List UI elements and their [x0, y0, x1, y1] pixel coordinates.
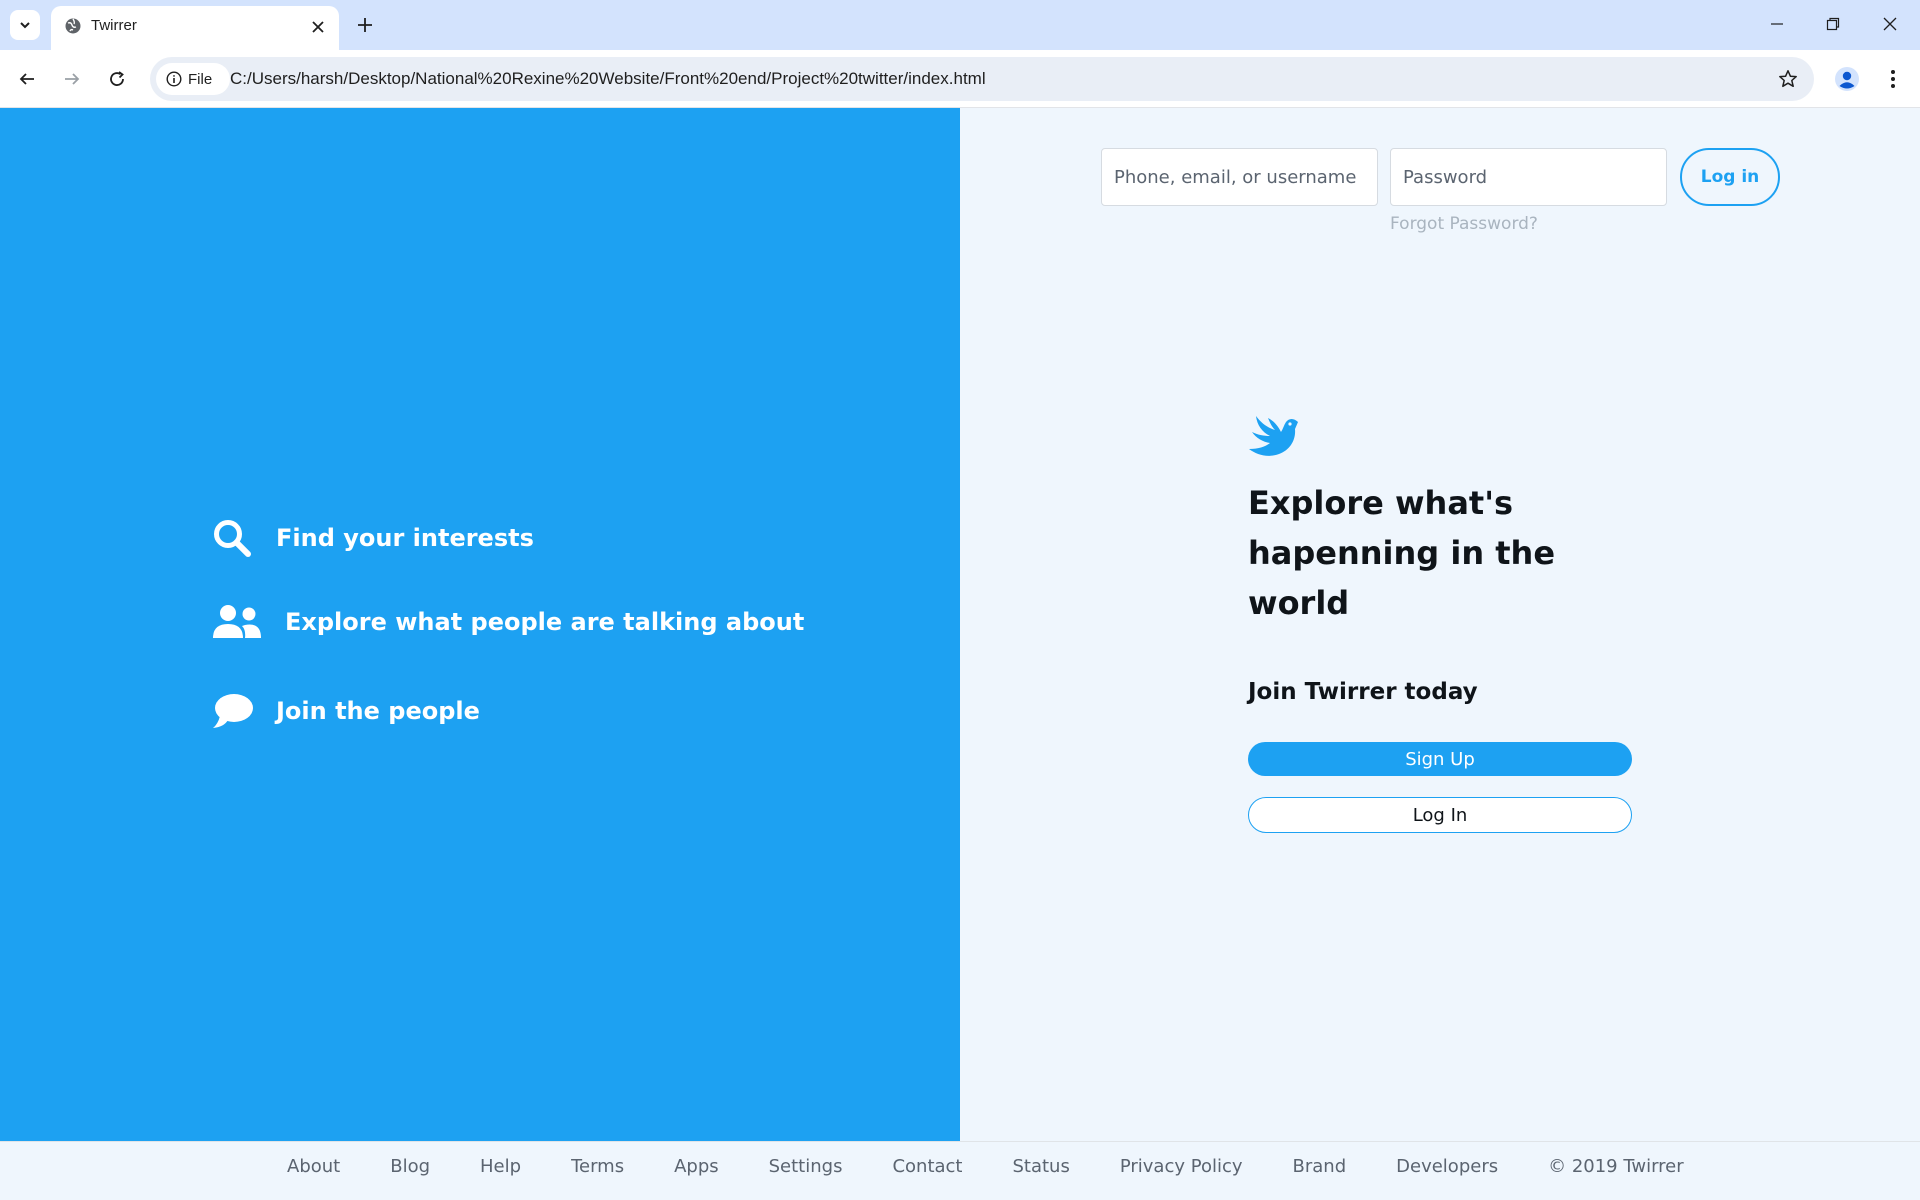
- plus-icon: [358, 18, 372, 32]
- new-tab-button[interactable]: [352, 12, 378, 38]
- footer-link-help[interactable]: Help: [480, 1156, 521, 1177]
- footer-link-blog[interactable]: Blog: [390, 1156, 430, 1177]
- feature-find-interests: Find your interests: [212, 518, 534, 558]
- back-button[interactable]: [10, 62, 44, 96]
- footer-links: About Blog Help Terms Apps Settings Cont…: [287, 1156, 1684, 1177]
- globe-icon: [63, 16, 83, 36]
- more-vertical-icon: [1891, 70, 1895, 88]
- tab-title: Twirrer: [91, 17, 137, 34]
- restore-button[interactable]: [1813, 8, 1853, 40]
- close-window-button[interactable]: [1870, 8, 1910, 40]
- feature-label: Find your interests: [276, 524, 534, 552]
- footer-link-terms[interactable]: Terms: [571, 1156, 624, 1177]
- minimize-button[interactable]: [1757, 8, 1797, 40]
- reload-icon: [110, 71, 124, 86]
- footer-link-privacy-policy[interactable]: Privacy Policy: [1120, 1156, 1243, 1177]
- footer-link-settings[interactable]: Settings: [769, 1156, 843, 1177]
- footer-link-apps[interactable]: Apps: [674, 1156, 719, 1177]
- feature-explore-people: Explore what people are talking about: [212, 604, 804, 640]
- browser-menu-button[interactable]: [1878, 64, 1908, 94]
- site-info-chip[interactable]: File: [156, 63, 230, 95]
- footer-link-about[interactable]: About: [287, 1156, 340, 1177]
- arrow-right-icon: [65, 73, 80, 85]
- profile-avatar-icon: [1835, 67, 1859, 91]
- search-icon: [214, 520, 251, 557]
- login-button[interactable]: Log In: [1248, 797, 1632, 833]
- footer-copyright: © 2019 Twirrer: [1548, 1156, 1684, 1177]
- footer-link-brand[interactable]: Brand: [1293, 1156, 1347, 1177]
- footer-link-status[interactable]: Status: [1012, 1156, 1069, 1177]
- close-tab-icon[interactable]: [307, 16, 329, 38]
- sign-up-button[interactable]: Sign Up: [1248, 742, 1632, 776]
- tab-search-button[interactable]: [10, 10, 40, 40]
- users-icon: [213, 605, 261, 638]
- username-input[interactable]: [1101, 148, 1378, 206]
- info-icon: [166, 71, 182, 87]
- password-input[interactable]: [1390, 148, 1667, 206]
- join-heading: Join Twirrer today: [1248, 679, 1478, 705]
- address-bar[interactable]: File C:/Users/harsh/Desktop/National%20R…: [150, 57, 1814, 101]
- header-login-button[interactable]: Log in: [1680, 148, 1780, 206]
- left-feature-panel: Find your interests Explore what people …: [0, 108, 960, 1141]
- profile-button[interactable]: [1832, 64, 1862, 94]
- right-auth-panel: Log in Forgot Password? Explore what's h…: [960, 108, 1920, 1141]
- footer-link-contact[interactable]: Contact: [892, 1156, 962, 1177]
- site-chip-label: File: [188, 70, 213, 88]
- twirrer-bird-logo-icon: [1249, 416, 1298, 456]
- chat-bubble-icon: [213, 694, 253, 728]
- page: Find your interests Explore what people …: [0, 108, 1920, 1200]
- minimize-icon: [1771, 23, 1783, 25]
- close-icon: [1883, 17, 1897, 31]
- footer: About Blog Help Terms Apps Settings Cont…: [0, 1141, 1920, 1200]
- reload-button[interactable]: [100, 62, 134, 96]
- feature-join-people: Join the people: [212, 692, 480, 730]
- feature-label: Join the people: [276, 697, 480, 725]
- forgot-password-link[interactable]: Forgot Password?: [1390, 214, 1538, 234]
- bookmark-star-icon[interactable]: [1776, 67, 1800, 91]
- url-text[interactable]: C:/Users/harsh/Desktop/National%20Rexine…: [230, 69, 986, 89]
- tab-bar: Twirrer: [0, 0, 1920, 50]
- feature-label: Explore what people are talking about: [285, 608, 805, 636]
- chevron-down-icon: [20, 22, 30, 29]
- arrow-left-icon: [19, 73, 34, 85]
- hero-headline: Explore what's hapenning in the world: [1248, 484, 1556, 622]
- restore-icon: [1826, 17, 1840, 31]
- footer-link-developers[interactable]: Developers: [1396, 1156, 1498, 1177]
- browser-toolbar: File C:/Users/harsh/Desktop/National%20R…: [0, 50, 1920, 108]
- browser-tab[interactable]: Twirrer: [51, 6, 339, 50]
- forward-button[interactable]: [55, 62, 89, 96]
